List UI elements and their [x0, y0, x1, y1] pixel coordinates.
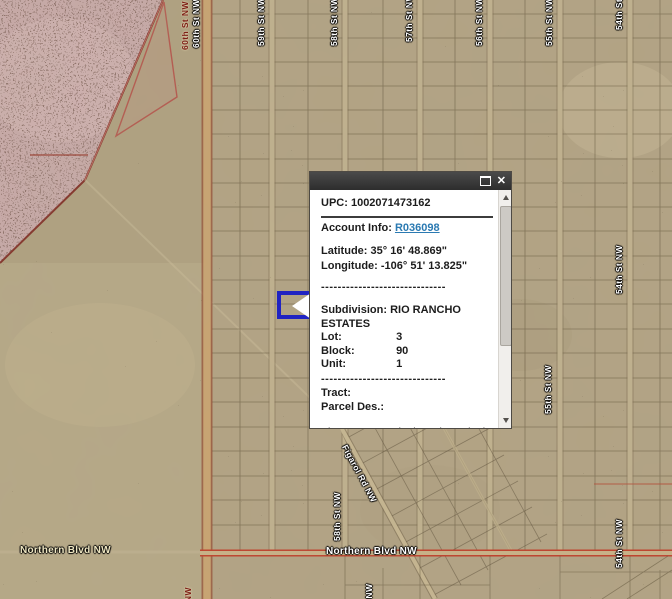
- popup-body: UPC: 1002071473162 Account Info: R036098…: [310, 190, 511, 428]
- unit-row: Unit: 1: [321, 358, 493, 372]
- tract-label: Tract:: [321, 387, 351, 399]
- scroll-down-button[interactable]: [499, 414, 511, 427]
- maximize-icon[interactable]: [480, 176, 491, 186]
- account-label: Account Info:: [321, 222, 392, 234]
- upc-row: UPC: 1002071473162: [321, 197, 493, 211]
- longitude-value: -106° 51' 13.825": [381, 260, 467, 272]
- street-label-58th-bottom: 58th St NW: [332, 492, 342, 541]
- please-note-text: Please Note: Latitude and Longitude is t…: [321, 426, 493, 429]
- street-label-54th-mid: 54th St NW: [614, 245, 624, 294]
- dashed-divider: ------------------------------: [321, 281, 493, 294]
- account-link[interactable]: R036098: [395, 222, 440, 234]
- map-viewport[interactable]: 60th St NW 60th St NW 59th St NW 58th St…: [0, 0, 672, 599]
- street-label-56th: 56th St NW: [474, 0, 484, 46]
- longitude-row: Longitude: -106° 51' 13.825": [321, 260, 493, 274]
- street-label-60th-bottom: 60th St NW: [183, 587, 193, 599]
- street-label-58th-top: 58th St NW: [329, 0, 339, 46]
- separator-line: [321, 216, 493, 218]
- lot-label: Lot:: [321, 331, 393, 345]
- street-label-55th-top: 55th St NW: [544, 0, 554, 46]
- street-label-59th: 59th St NW: [256, 0, 266, 46]
- unit-value: 1: [396, 358, 402, 370]
- parcel-des-label: Parcel Des.:: [321, 401, 384, 413]
- block-label: Block:: [321, 345, 393, 359]
- scroll-up-button[interactable]: [499, 191, 511, 204]
- latitude-row: Latitude: 35° 16' 48.869": [321, 245, 493, 259]
- subdivision-label: Subdivision:: [321, 304, 387, 316]
- street-label-60th-red: 60th St NW: [180, 1, 190, 50]
- lot-value: 3: [396, 331, 402, 343]
- close-icon[interactable]: ✕: [497, 176, 506, 187]
- block-row: Block: 90: [321, 345, 493, 359]
- scroll-down-icon: [503, 418, 509, 423]
- popup-titlebar[interactable]: ✕: [310, 172, 511, 190]
- unit-label: Unit:: [321, 358, 393, 372]
- popup-content: UPC: 1002071473162 Account Info: R036098…: [310, 190, 498, 428]
- street-label-57th-top: 57th St NW: [404, 0, 414, 42]
- street-label-57th-pl: 57th Pl NW: [364, 584, 374, 599]
- dashed-divider-2: ------------------------------: [321, 373, 493, 386]
- street-label-northern-left: Northern Blvd NW: [20, 545, 111, 556]
- street-label-54th-bottom: 54th St NW: [614, 519, 624, 568]
- longitude-label: Longitude:: [321, 260, 378, 272]
- scrollbar-thumb[interactable]: [500, 206, 511, 346]
- account-row: Account Info: R036098: [321, 222, 493, 236]
- latitude-value: 35° 16' 48.869": [371, 245, 447, 257]
- street-label-55th-mid: 55th St NW: [543, 365, 553, 414]
- scroll-up-icon: [503, 195, 509, 200]
- upc-value: 1002071473162: [351, 197, 431, 209]
- latitude-label: Latitude:: [321, 245, 367, 257]
- tract-row: Tract:: [321, 387, 493, 401]
- subdivision-row: Subdivision: RIO RANCHO ESTATES: [321, 304, 493, 331]
- popup-scrollbar[interactable]: [498, 190, 511, 428]
- street-label-54th-top: 54th St NW: [614, 0, 624, 30]
- street-label-northern-center: Northern Blvd NW: [326, 546, 417, 557]
- parcel-info-popup: ✕ UPC: 1002071473162 Account Info: R0360…: [309, 171, 512, 429]
- street-label-60th: 60th St NW: [191, 0, 201, 48]
- block-value: 90: [396, 345, 408, 357]
- parcel-des-row: Parcel Des.:: [321, 401, 493, 415]
- lot-row: Lot: 3: [321, 331, 493, 345]
- upc-label: UPC:: [321, 197, 348, 209]
